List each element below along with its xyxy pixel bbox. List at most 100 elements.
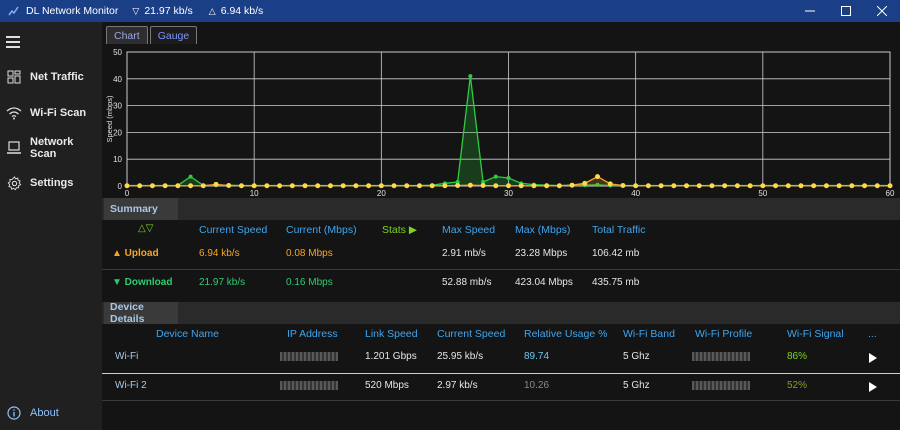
download-max-mbps: 423.04 Mbps: [515, 277, 573, 288]
data-point: [327, 183, 333, 189]
data-point: [429, 183, 435, 189]
sort-icon[interactable]: △▽: [138, 223, 153, 234]
data-point: [785, 183, 791, 189]
gear-icon: [6, 175, 22, 191]
data-point: [289, 183, 295, 189]
data-point: [391, 183, 397, 189]
col-link-speed: Link Speed: [365, 328, 418, 340]
data-point: [696, 183, 702, 189]
x-tick-label: 0: [125, 189, 130, 198]
about-label: About: [30, 407, 59, 419]
download-max-speed: 52.88 mb/s: [442, 277, 492, 288]
upload-max-mbps: 23.28 Mbps: [515, 248, 568, 259]
sidebar-item-label: Net Traffic: [30, 71, 84, 83]
view-tabs: Chart Gauge: [106, 26, 199, 44]
data-point: [658, 183, 664, 189]
download-total: 435.75 mb: [592, 277, 640, 288]
upload-current-mbps: 0.08 Mbps: [286, 248, 333, 259]
data-point: [620, 182, 626, 188]
data-point: [747, 183, 753, 189]
col-more[interactable]: ...: [868, 328, 877, 340]
data-point: [468, 74, 473, 79]
col-total-traffic: Total Traffic: [592, 224, 646, 236]
wifi-band: 5 Ghz: [623, 380, 650, 391]
y-tick-label: 0: [118, 182, 123, 191]
data-point: [175, 183, 181, 189]
device-row-divider: [102, 400, 900, 401]
data-point: [480, 182, 486, 188]
data-point: [162, 183, 168, 189]
data-point: [556, 183, 562, 189]
col-current-mbps: Current (Mbps): [286, 224, 357, 236]
data-point: [645, 183, 651, 189]
upload-max-speed: 2.91 mb/s: [442, 248, 486, 259]
info-icon: [6, 405, 22, 421]
device-row-divider: [102, 373, 900, 374]
sidebar-item-about[interactable]: About: [0, 398, 102, 428]
tab-chart[interactable]: Chart: [106, 26, 148, 44]
link-speed: 1.201 Gbps: [365, 351, 417, 362]
relative-usage: 89.74: [524, 351, 550, 362]
data-point: [213, 181, 219, 187]
data-point: [226, 182, 232, 188]
play-icon[interactable]: [869, 353, 877, 363]
data-point: [251, 183, 257, 189]
stats-toggle-button[interactable]: Stats ▶: [382, 224, 417, 236]
data-point: [149, 183, 155, 189]
wifi-signal: 86%: [787, 351, 808, 362]
data-point: [264, 183, 270, 189]
play-icon[interactable]: [869, 382, 877, 392]
y-tick-label: 10: [113, 155, 122, 164]
close-button[interactable]: [864, 0, 900, 22]
speed-chart: 010203040500102030405060Time (seconds)Sp…: [102, 44, 900, 216]
hamburger-menu-icon[interactable]: [6, 36, 20, 48]
data-point: [773, 183, 779, 189]
data-point: [506, 175, 511, 180]
dashboard-icon: [6, 69, 22, 85]
x-tick-label: 40: [631, 189, 640, 198]
data-point: [315, 183, 321, 189]
maximize-icon: [841, 6, 851, 16]
device-name: Wi-Fi: [115, 351, 139, 362]
data-point: [887, 183, 893, 189]
sidebar-item-label: Network Scan: [30, 136, 74, 160]
minimize-button[interactable]: [792, 0, 828, 22]
sidebar-item-wifi-scan[interactable]: Wi-Fi Scan: [0, 98, 102, 128]
col-device-name: Device Name: [156, 328, 220, 340]
data-point: [798, 183, 804, 189]
col-ip-address: IP Address: [287, 328, 338, 340]
data-point: [238, 183, 244, 189]
col-device-current-speed: Current Speed: [437, 328, 506, 340]
data-point: [569, 182, 575, 188]
data-point: [353, 183, 359, 189]
device-current-speed: 25.95 kb/s: [437, 351, 484, 362]
y-tick-label: 20: [113, 128, 122, 137]
sidebar-item-net-traffic[interactable]: Net Traffic: [0, 62, 102, 92]
col-wifi-signal: Wi-Fi Signal: [787, 328, 844, 340]
data-point: [124, 183, 130, 189]
download-label: ▼ Download: [112, 277, 173, 288]
y-axis-label: Speed (mbps): [105, 95, 114, 143]
maximize-button[interactable]: [828, 0, 864, 22]
data-point: [607, 181, 613, 187]
sidebar-item-settings[interactable]: Settings: [0, 168, 102, 198]
col-max-mbps: Max (Mbps): [515, 224, 571, 236]
wifi-signal: 52%: [787, 380, 808, 391]
title-bar: DL Network Monitor ▽ 21.97 kb/s △ 6.94 k…: [0, 0, 900, 22]
x-tick-label: 60: [886, 189, 895, 198]
minimize-icon: [805, 10, 815, 12]
device-current-speed: 2.97 kb/s: [437, 380, 478, 391]
device-details-header: Device Details: [102, 301, 900, 325]
data-point: [302, 183, 308, 189]
x-tick-label: 20: [377, 189, 386, 198]
sidebar-item-network-scan[interactable]: Network Scan: [0, 133, 102, 163]
main-panel: Chart Gauge 010203040500102030405060Time…: [102, 22, 900, 430]
sidebar: Net Traffic Wi-Fi Scan Network Scan Sett…: [0, 22, 102, 430]
y-tick-label: 50: [113, 48, 122, 57]
ip-address-redacted: [280, 352, 338, 364]
tab-gauge[interactable]: Gauge: [149, 26, 198, 44]
data-point: [633, 183, 639, 189]
upload-arrow-icon: △: [208, 5, 216, 16]
wifi-profile-redacted: [692, 381, 750, 393]
data-point: [188, 183, 194, 189]
